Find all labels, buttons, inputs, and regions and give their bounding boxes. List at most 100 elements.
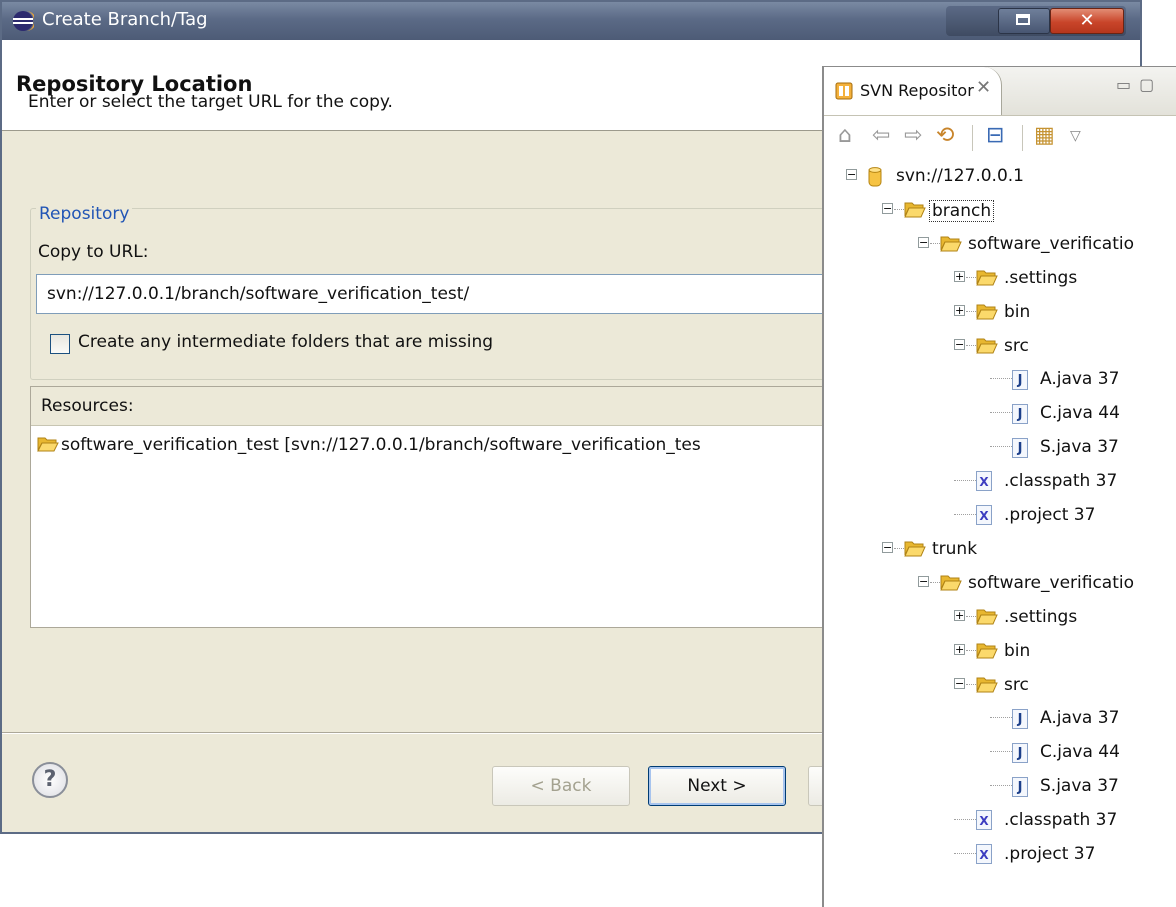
tree-node[interactable]: + .settings: [824, 600, 1176, 634]
tree-node[interactable]: X .project 37: [824, 837, 1176, 871]
java-file-icon: J: [1012, 437, 1028, 459]
tree-node-label: software_verificatio: [968, 572, 1134, 593]
refresh-icon[interactable]: ⟲: [936, 125, 954, 147]
tree-node-label: svn://127.0.0.1: [896, 166, 1024, 186]
java-file-icon: J: [1012, 776, 1028, 798]
tree-connector: [954, 853, 976, 854]
tree-connector: [990, 412, 1012, 414]
tree-node[interactable]: − software_verificatio: [824, 566, 1176, 600]
tree-node[interactable]: − trunk: [824, 532, 1176, 566]
maximize-button[interactable]: [998, 8, 1050, 34]
close-tab-icon[interactable]: ✕: [976, 77, 991, 98]
view-menu-icon[interactable]: ▽: [1070, 125, 1081, 147]
tree-connector: [930, 581, 940, 583]
java-file-icon: J: [1012, 369, 1028, 391]
tree-node[interactable]: J A.java 37: [824, 701, 1176, 735]
tree-connector: [894, 547, 904, 549]
tree-node[interactable]: J A.java 37: [824, 362, 1176, 396]
back-button[interactable]: < Back: [492, 766, 630, 806]
tree-node-label: A.java 37: [1040, 369, 1120, 390]
new-repository-location-icon[interactable]: ▦: [1034, 125, 1055, 147]
expand-toggle-icon[interactable]: +: [954, 643, 965, 655]
folder-icon: [976, 336, 998, 359]
tree-node[interactable]: − src: [824, 668, 1176, 702]
home-icon[interactable]: ⌂: [838, 125, 852, 147]
collapse-all-icon[interactable]: ⊟: [986, 125, 1004, 147]
back-arrow-icon[interactable]: ⇦: [872, 125, 890, 147]
title-bar[interactable]: Create Branch/Tag ✕: [2, 2, 1140, 40]
tree-node[interactable]: J S.java 37: [824, 430, 1176, 464]
minimize-maximize-icons[interactable]: ▭▢: [1116, 75, 1162, 94]
tree-connector: [966, 615, 976, 617]
xml-file-icon: X: [976, 844, 992, 864]
tree-node-label: S.java 37: [1040, 437, 1119, 458]
toolbar-separator: [1022, 125, 1023, 151]
tree-node[interactable]: + bin: [824, 295, 1176, 329]
help-icon: ?: [43, 767, 57, 792]
tree-node[interactable]: + .settings: [824, 261, 1176, 295]
expand-toggle-icon[interactable]: +: [954, 609, 965, 621]
page-description: Enter or select the target URL for the c…: [28, 92, 393, 112]
folder-icon: [904, 200, 926, 223]
tree-node[interactable]: X .project 37: [824, 498, 1176, 532]
java-file-icon: J: [1012, 403, 1028, 425]
tree-node-label: C.java 44: [1040, 403, 1120, 424]
tree-node[interactable]: X .classpath 37: [824, 464, 1176, 498]
collapse-toggle-icon[interactable]: −: [918, 575, 929, 587]
table-row[interactable]: software_verification_test [svn://127.0.…: [37, 435, 701, 455]
tree-connector: [990, 717, 1012, 719]
collapse-toggle-icon[interactable]: −: [846, 169, 857, 180]
create-missing-folders-label[interactable]: Create any intermediate folders that are…: [78, 332, 493, 352]
tree-connector: [954, 514, 976, 515]
resources-header-label: Resources:: [41, 396, 134, 416]
tree-node-label: .settings: [1004, 267, 1078, 288]
tree-node[interactable]: J C.java 44: [824, 735, 1176, 769]
tree-node-label: bin: [1004, 301, 1031, 322]
tree-node-label: A.java 37: [1040, 708, 1120, 729]
forward-arrow-icon[interactable]: ⇨: [904, 125, 922, 147]
tree-connector: [990, 378, 1012, 380]
collapse-toggle-icon[interactable]: −: [954, 677, 965, 689]
tree-node[interactable]: + bin: [824, 634, 1176, 668]
folder-icon: [940, 573, 962, 596]
create-missing-folders-checkbox[interactable]: [50, 334, 70, 354]
tree-node-label: software_verificatio: [968, 233, 1134, 254]
tree-connector: [930, 242, 940, 244]
tree-node[interactable]: J C.java 44: [824, 396, 1176, 430]
collapse-toggle-icon[interactable]: −: [918, 236, 929, 248]
tree-node[interactable]: − branch: [824, 193, 1176, 227]
tree-node[interactable]: − svn://127.0.0.1: [824, 159, 1176, 193]
copy-to-url-label: Copy to URL:: [38, 242, 149, 262]
tree-connector: [966, 310, 976, 312]
help-button[interactable]: ?: [32, 762, 68, 798]
collapse-toggle-icon[interactable]: −: [882, 202, 893, 214]
folder-icon: [940, 234, 962, 257]
close-icon: ✕: [1079, 10, 1095, 31]
tree-node[interactable]: X .classpath 37: [824, 803, 1176, 837]
folder-icon: [976, 302, 998, 325]
window-controls: ✕: [946, 6, 1126, 36]
eclipse-icon: [13, 11, 34, 31]
svn-repositories-view: SVN Repositor ✕ ▭▢ ⌂ ⇦ ⇨ ⟲ ⊟ ▦ ▽ − svn://…: [822, 66, 1176, 907]
tree-node-label: trunk: [932, 538, 978, 559]
tree-node[interactable]: − src: [824, 329, 1176, 363]
toolbar-separator: [972, 125, 973, 151]
collapse-toggle-icon[interactable]: −: [954, 338, 965, 350]
close-button[interactable]: ✕: [1050, 8, 1124, 34]
tree-connector: [990, 446, 1012, 448]
svn-repository-icon: [835, 82, 853, 100]
xml-file-icon: X: [976, 810, 992, 831]
tree-node[interactable]: J S.java 37: [824, 769, 1176, 803]
collapse-toggle-icon[interactable]: −: [882, 541, 893, 553]
tree-node-label: .classpath 37: [1004, 471, 1118, 492]
tree-connector: [966, 683, 976, 685]
xml-file-icon: X: [976, 471, 992, 492]
next-button[interactable]: Next >: [648, 766, 786, 806]
expand-toggle-icon[interactable]: +: [954, 304, 965, 316]
expand-toggle-icon[interactable]: +: [954, 270, 965, 282]
tree-node[interactable]: − software_verificatio: [824, 227, 1176, 261]
repository-group-label: Repository: [36, 204, 133, 224]
tab-svn-repositories[interactable]: SVN Repositor ✕: [824, 67, 1002, 115]
folder-icon: [976, 675, 998, 698]
tree-node-label: .project 37: [1004, 505, 1096, 525]
